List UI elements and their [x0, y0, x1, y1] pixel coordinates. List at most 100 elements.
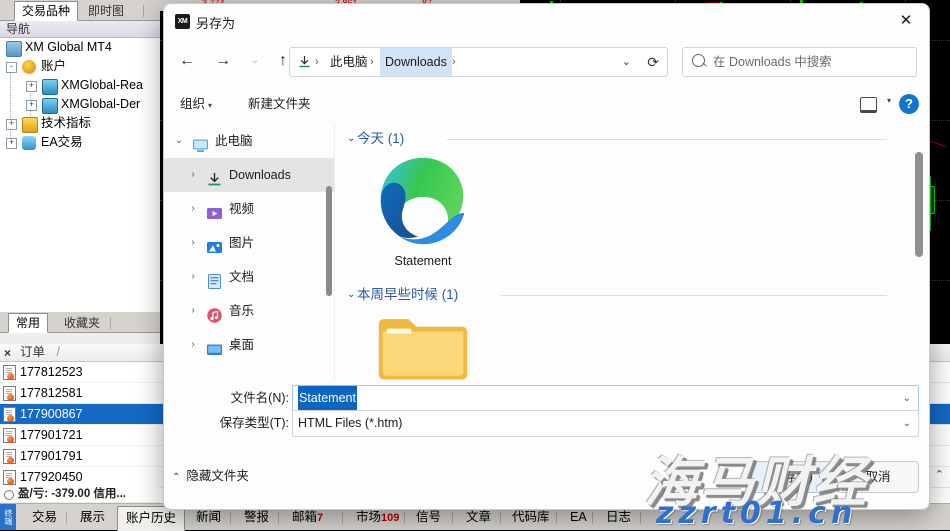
list-item[interactable]: 177812581	[0, 383, 160, 404]
scroll-up-icon[interactable]: ⌃	[935, 468, 944, 481]
tab-tick-chart[interactable]: 即时图	[81, 2, 131, 20]
nav-label-documents: 文档	[229, 260, 254, 294]
savetype-select[interactable]: HTML Files (*.htm) ⌄	[292, 410, 919, 437]
chevron-down-icon[interactable]: ⌄	[347, 128, 355, 150]
tab-common[interactable]: 常用	[8, 313, 48, 333]
nav-item-xmglobal-real[interactable]: + XMGlobal-Rea	[0, 76, 160, 95]
tab-journal[interactable]: 日志	[598, 507, 639, 528]
list-item[interactable]: 177900867	[0, 404, 160, 425]
nav-item-pictures[interactable]: › 图片	[164, 226, 334, 260]
cancel-button[interactable]: 取消	[837, 461, 919, 493]
nav-item-desktop[interactable]: › 桌面	[164, 328, 334, 362]
navigator-tree[interactable]: XM Global MT4 - 账户 + XMGlobal-Rea + XMGl…	[0, 38, 160, 154]
recent-locations-icon[interactable]: ⌄	[240, 46, 270, 76]
nav-expander-accounts[interactable]: -	[6, 62, 17, 73]
tab-trade[interactable]: 交易	[24, 507, 65, 528]
save-button[interactable]: 保存(S)	[751, 461, 833, 493]
breadcrumb-downloads[interactable]: Downloads	[380, 48, 452, 76]
list-item[interactable]: 177812523	[0, 362, 160, 383]
tab-news[interactable]: 新闻	[188, 507, 229, 528]
group-header-today[interactable]: ⌄ 今天 (1)	[341, 128, 404, 150]
file-list[interactable]: ⌄ 今天 (1)	[335, 124, 929, 381]
nav-item-indicators[interactable]: + 技术指标	[0, 114, 160, 133]
tab-mailbox[interactable]: 邮箱7	[284, 507, 331, 528]
close-icon[interactable]: ✕	[883, 4, 929, 37]
nav-label-music: 音乐	[229, 294, 254, 328]
tab-exposure[interactable]: 展示	[72, 507, 113, 528]
nav-item-downloads[interactable]: › Downloads	[164, 158, 334, 192]
dialog-titlebar[interactable]: XM 另存为 ✕	[164, 4, 929, 38]
refresh-icon[interactable]: ⟳	[647, 48, 659, 76]
nav-expander-demo[interactable]: +	[26, 100, 37, 111]
tab-favorites[interactable]: 收藏夹	[57, 314, 107, 332]
filename-input[interactable]: Statement ⌄	[292, 385, 919, 412]
tab-code-base[interactable]: 代码库	[504, 507, 558, 528]
list-item[interactable]: 177901791	[0, 446, 160, 467]
chevron-right-icon[interactable]: ›	[186, 158, 200, 192]
order-doc-icon	[3, 428, 16, 443]
view-layout-icon[interactable]	[860, 97, 877, 113]
symbols-tabstrip[interactable]: 交易品种 即时图	[0, 0, 160, 21]
tab-market[interactable]: 市场109	[348, 507, 407, 528]
chevron-right-icon[interactable]: ›	[186, 328, 200, 362]
nav-item-accounts[interactable]: - 账户	[0, 57, 160, 76]
order-doc-icon	[3, 470, 16, 485]
filename-label: 文件名(N):	[164, 386, 289, 410]
orders-panel[interactable]: × 订单 / 177812523 177812581 177900867 177…	[0, 344, 160, 488]
chevron-down-icon[interactable]: ⌄	[172, 124, 186, 158]
tab-symbols[interactable]: 交易品种	[14, 1, 78, 21]
nav-expander-ea[interactable]: +	[6, 138, 17, 149]
chevron-down-icon[interactable]: ⌄	[347, 284, 355, 306]
nav-item-music[interactable]: › 音乐	[164, 294, 334, 328]
chevron-right-icon[interactable]: ›	[186, 260, 200, 294]
crumb-separator: ›	[315, 48, 319, 76]
organize-button[interactable]: 组织▾	[174, 92, 218, 116]
nav-item-xmglobal-demo[interactable]: + XMGlobal-Der	[0, 95, 160, 114]
nav-pane-scrollbar[interactable]	[326, 186, 332, 296]
hide-folders-toggle[interactable]: ⌃隐藏文件夹	[172, 465, 249, 487]
crumb-separator: ›	[452, 48, 456, 76]
help-icon[interactable]: ?	[899, 94, 919, 114]
dialog-toolbar[interactable]: 组织▾ 新建文件夹 ▾ ?	[164, 84, 929, 125]
address-bar[interactable]: › 此电脑 › Downloads › ⌄ ⟳	[289, 47, 668, 77]
new-folder-button[interactable]: 新建文件夹	[242, 92, 317, 116]
nav-item-videos[interactable]: › 视频	[164, 192, 334, 226]
breadcrumb-this-pc[interactable]: 此电脑	[325, 48, 373, 76]
search-input[interactable]: 在 Downloads 中搜索	[713, 48, 832, 76]
favorites-tabstrip[interactable]: 常用 收藏夹	[0, 312, 160, 333]
hide-folders-label: 隐藏文件夹	[186, 469, 249, 483]
file-list-scrollbar[interactable]	[915, 152, 923, 257]
nav-expander-indicators[interactable]: +	[6, 119, 17, 130]
back-icon[interactable]: ←	[172, 46, 202, 76]
save-as-dialog[interactable]: XM 另存为 ✕ ← → ⌄ ↑ › 此电脑 › Downloads › ⌄ ⟳…	[163, 3, 930, 510]
list-item[interactable]: 177920450	[0, 467, 160, 488]
tab-articles[interactable]: 文章	[458, 507, 499, 528]
chevron-down-icon[interactable]: ⌄	[622, 48, 631, 76]
chevron-right-icon[interactable]: ›	[186, 294, 200, 328]
nav-label-xm-global-mt4: XM Global MT4	[25, 38, 112, 57]
file-item-statement[interactable]: Statement	[363, 154, 483, 268]
nav-expander-real[interactable]: +	[26, 81, 37, 92]
chevron-down-icon[interactable]: ⌄	[903, 386, 911, 411]
tab-alerts[interactable]: 警报	[236, 507, 277, 528]
nav-item-documents[interactable]: › 文档	[164, 260, 334, 294]
folder-item[interactable]	[363, 310, 483, 380]
chevron-right-icon[interactable]: ›	[186, 226, 200, 260]
tab-experts[interactable]: EA	[562, 507, 595, 528]
chevron-down-icon[interactable]: ⌄	[903, 411, 911, 436]
forward-icon[interactable]: →	[208, 46, 238, 76]
dialog-navigation-bar[interactable]: ← → ⌄ ↑ › 此电脑 › Downloads › ⌄ ⟳ 在 Downlo…	[164, 38, 929, 84]
chevron-down-icon[interactable]: ▾	[887, 96, 891, 105]
server-icon	[42, 79, 58, 95]
nav-item-this-pc[interactable]: ⌄ 此电脑	[164, 124, 334, 158]
dialog-nav-pane[interactable]: ⌄ 此电脑 › Downloads › 视频	[164, 124, 335, 381]
close-icon[interactable]: ×	[4, 345, 11, 362]
search-box[interactable]: 在 Downloads 中搜索	[682, 47, 917, 77]
list-item[interactable]: 177901721	[0, 425, 160, 446]
navigator-empty-area	[0, 154, 160, 313]
chevron-right-icon[interactable]: ›	[186, 192, 200, 226]
tab-signals[interactable]: 信号	[408, 507, 449, 528]
group-header-earlier-this-week[interactable]: ⌄ 本周早些时候 (1)	[341, 284, 458, 306]
nav-item-expert-advisors[interactable]: + EA交易	[0, 133, 160, 152]
nav-item-xm-global-mt4[interactable]: XM Global MT4	[0, 38, 160, 57]
